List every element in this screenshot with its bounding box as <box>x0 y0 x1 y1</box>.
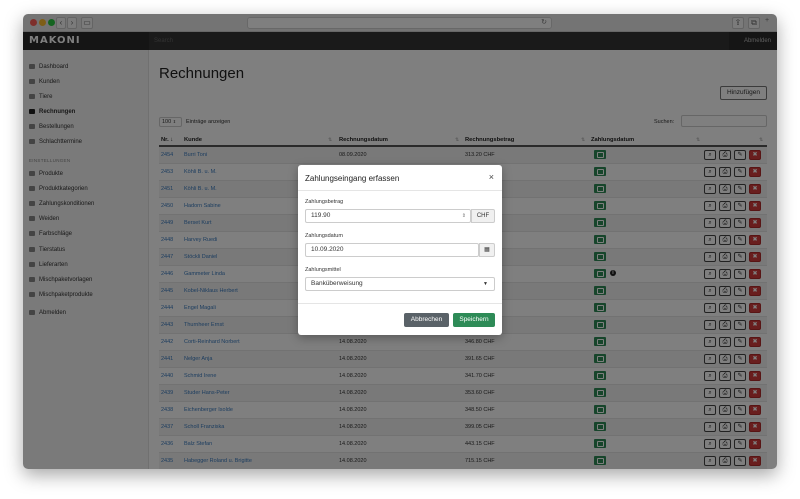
modal-footer-divider <box>298 303 502 304</box>
payment-method-value: Banküberweisung <box>311 280 363 287</box>
calendar-icon[interactable]: ▦ <box>479 243 495 257</box>
cancel-button[interactable]: Abbrechen <box>404 313 449 327</box>
date-label: Zahlungsdatum <box>305 233 343 239</box>
amount-input[interactable]: 119.90 ⇕ <box>305 209 471 223</box>
method-label: Zahlungsmittel <box>305 267 341 273</box>
stepper-icon[interactable]: ⇕ <box>462 210 466 222</box>
currency-addon: CHF <box>471 209 495 223</box>
modal-header-divider <box>298 190 502 191</box>
save-button[interactable]: Speichern <box>453 313 495 327</box>
chevron-down-icon: ▼ <box>483 281 488 287</box>
close-icon[interactable]: × <box>489 172 494 182</box>
payment-method-select[interactable]: Banküberweisung ▼ <box>305 277 495 291</box>
amount-label: Zahlungsbetrag <box>305 199 344 205</box>
date-input[interactable]: 10.09.2020 <box>305 243 479 257</box>
browser-window: ‹ › ▭ ↻ ⇪ ⧉ + MAKONI Search Abmelden Das… <box>23 14 777 469</box>
amount-value: 119.90 <box>311 212 331 219</box>
payment-modal: Zahlungseingang erfassen × Zahlungsbetra… <box>298 165 502 335</box>
modal-title: Zahlungseingang erfassen <box>305 174 400 183</box>
